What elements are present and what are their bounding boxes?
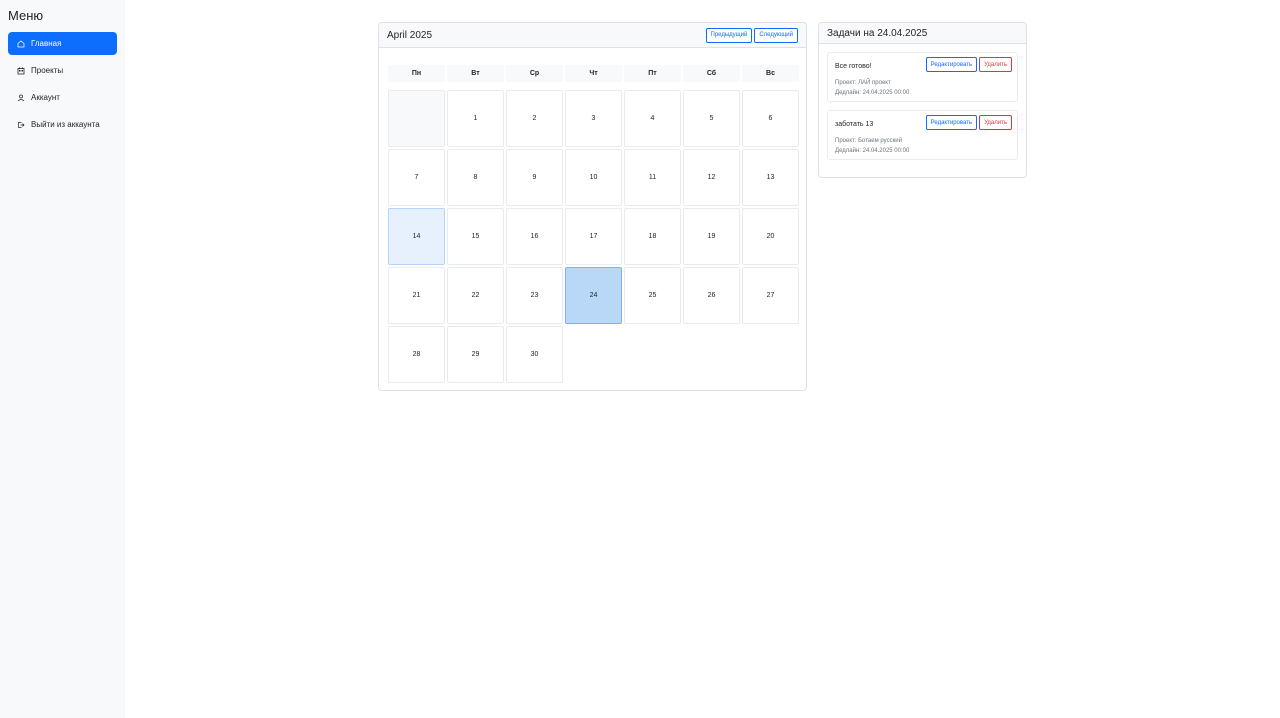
calendar-day[interactable]: 7 bbox=[388, 149, 445, 206]
calendar-day[interactable]: 10 bbox=[565, 149, 622, 206]
sidebar-item-logout[interactable]: Выйти из аккаунта bbox=[8, 113, 117, 136]
calendar-day[interactable]: 12 bbox=[683, 149, 740, 206]
calendar-day[interactable]: 22 bbox=[447, 267, 504, 324]
task-title: заботать 13 bbox=[835, 121, 874, 128]
sidebar-item-label: Аккаунт bbox=[31, 93, 60, 102]
calendar-empty-cell bbox=[388, 90, 445, 147]
tasks-header: Задачи на 24.04.2025 bbox=[819, 23, 1026, 44]
task-actions: Редактировать Удалить bbox=[925, 115, 1012, 130]
task-project: Проект: Ботаем русский bbox=[835, 138, 902, 144]
task-deadline: Дедлайн: 24.04.2025 00:00 bbox=[835, 90, 910, 96]
sidebar: Меню Главная Проекты Аккаунт Выйти из ак… bbox=[0, 0, 125, 718]
weekday-header: Сб bbox=[683, 65, 740, 82]
calendar-day[interactable]: 15 bbox=[447, 208, 504, 265]
task-project: Проект: ЛАЙ проект bbox=[835, 80, 891, 86]
calendar-day[interactable]: 28 bbox=[388, 326, 445, 383]
calendar-day[interactable]: 9 bbox=[506, 149, 563, 206]
task-item: заботать 13 Редактировать Удалить Проект… bbox=[827, 110, 1018, 160]
delete-task-button[interactable]: Удалить bbox=[979, 57, 1012, 72]
weekday-row: Пн Вт Ср Чт Пт Сб Вс bbox=[388, 65, 799, 82]
tasks-card: Задачи на 24.04.2025 Все готово! Редакти… bbox=[818, 22, 1027, 178]
task-item: Все готово! Редактировать Удалить Проект… bbox=[827, 52, 1018, 102]
sidebar-item-label: Главная bbox=[31, 39, 62, 48]
calendar-day[interactable]: 1 bbox=[447, 90, 504, 147]
edit-task-button[interactable]: Редактировать bbox=[925, 57, 978, 72]
month-title: April 2025 bbox=[387, 29, 433, 41]
calendar-day[interactable]: 5 bbox=[683, 90, 740, 147]
calendar-day[interactable]: 18 bbox=[624, 208, 681, 265]
calendar-day-today[interactable]: 14 bbox=[388, 208, 445, 265]
next-month-button[interactable]: Следующий bbox=[754, 27, 798, 43]
user-icon bbox=[16, 93, 26, 103]
calendar-day[interactable]: 8 bbox=[447, 149, 504, 206]
weekday-header: Вт bbox=[447, 65, 504, 82]
calendar-day-selected[interactable]: 24 bbox=[565, 267, 622, 324]
calendar-day[interactable]: 13 bbox=[742, 149, 799, 206]
calendar-day[interactable]: 11 bbox=[624, 149, 681, 206]
sidebar-item-account[interactable]: Аккаунт bbox=[8, 86, 117, 109]
calendar-day[interactable]: 20 bbox=[742, 208, 799, 265]
calendar-day[interactable]: 25 bbox=[624, 267, 681, 324]
calendar-grid: 1 2 3 4 5 6 7 8 9 10 11 12 13 14 15 16 1… bbox=[388, 90, 799, 383]
task-meta: Проект: Ботаем русский Дедлайн: 24.04.20… bbox=[835, 136, 909, 156]
weekday-header: Пн bbox=[388, 65, 445, 82]
month-nav: Предыдущий Следующий bbox=[705, 27, 798, 43]
calendar-card: April 2025 Предыдущий Следующий Пн Вт Ср… bbox=[378, 22, 807, 391]
sidebar-item-home[interactable]: Главная bbox=[8, 32, 117, 55]
weekday-header: Ср bbox=[506, 65, 563, 82]
calendar-day[interactable]: 4 bbox=[624, 90, 681, 147]
sidebar-item-projects[interactable]: Проекты bbox=[8, 59, 117, 82]
task-list: Все готово! Редактировать Удалить Проект… bbox=[819, 44, 1026, 176]
task-title: Все готово! bbox=[835, 63, 872, 70]
task-actions: Редактировать Удалить bbox=[925, 57, 1012, 72]
calendar-day[interactable]: 17 bbox=[565, 208, 622, 265]
weekday-header: Чт bbox=[565, 65, 622, 82]
calendar-day[interactable]: 29 bbox=[447, 326, 504, 383]
home-icon bbox=[16, 39, 26, 49]
calendar-day[interactable]: 27 bbox=[742, 267, 799, 324]
prev-month-button[interactable]: Предыдущий bbox=[705, 27, 753, 43]
logout-icon bbox=[16, 120, 26, 130]
edit-task-button[interactable]: Редактировать bbox=[925, 115, 978, 130]
task-deadline: Дедлайн: 24.04.2025 00:00 bbox=[835, 148, 910, 154]
task-meta: Проект: ЛАЙ проект Дедлайн: 24.04.2025 0… bbox=[835, 78, 909, 98]
calendar-day[interactable]: 23 bbox=[506, 267, 563, 324]
calendar-day[interactable]: 16 bbox=[506, 208, 563, 265]
sidebar-title: Меню bbox=[8, 8, 44, 23]
calendar-day[interactable]: 2 bbox=[506, 90, 563, 147]
weekday-header: Вс bbox=[742, 65, 799, 82]
sidebar-item-label: Выйти из аккаунта bbox=[31, 120, 100, 129]
calendar-day[interactable]: 19 bbox=[683, 208, 740, 265]
calendar-day[interactable]: 3 bbox=[565, 90, 622, 147]
sidebar-item-label: Проекты bbox=[31, 66, 64, 75]
tasks-title: Задачи на 24.04.2025 bbox=[827, 27, 928, 39]
delete-task-button[interactable]: Удалить bbox=[979, 115, 1012, 130]
calendar-icon bbox=[16, 66, 26, 76]
calendar-day[interactable]: 6 bbox=[742, 90, 799, 147]
calendar-day[interactable]: 30 bbox=[506, 326, 563, 383]
weekday-header: Пт bbox=[624, 65, 681, 82]
calendar-day[interactable]: 21 bbox=[388, 267, 445, 324]
calendar-header: April 2025 Предыдущий Следующий bbox=[379, 23, 806, 48]
calendar-day[interactable]: 26 bbox=[683, 267, 740, 324]
